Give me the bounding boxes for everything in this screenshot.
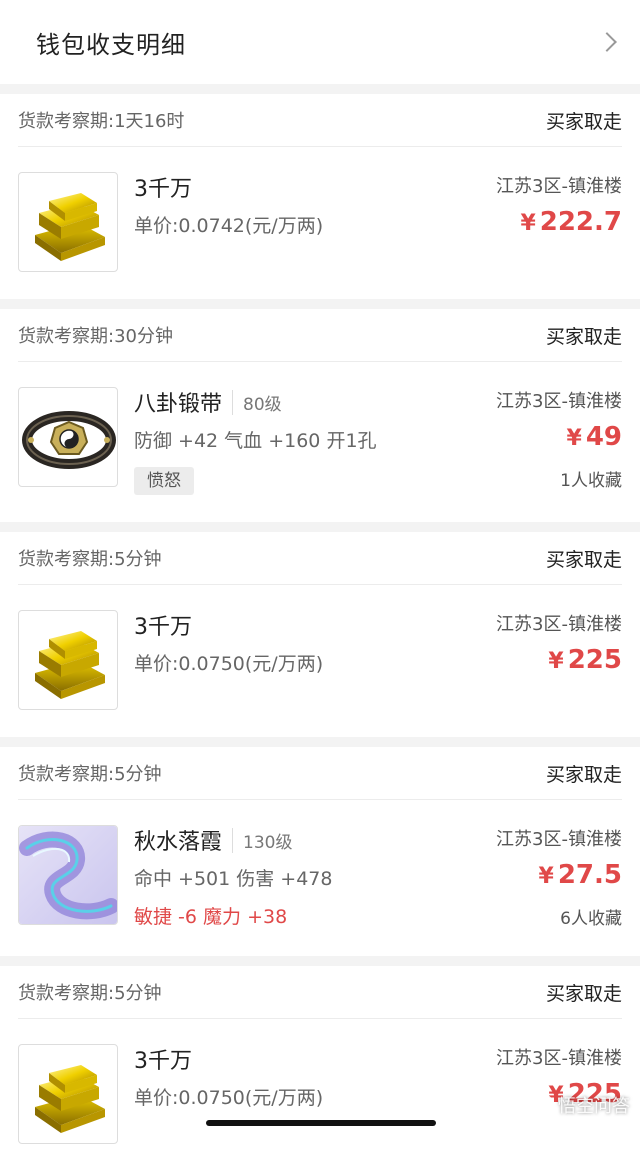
transaction-card[interactable]: 货款考察期:1天16时 买家取走 3千万 单价:0.0742(元/万两) 江苏3… [0, 94, 640, 299]
trade-status: 买家取走 [545, 325, 622, 348]
review-period: 货款考察期:30分钟 [18, 326, 173, 347]
server-name: 江苏3区-镇淮楼 [496, 1048, 622, 1069]
server-name: 江苏3区-镇淮楼 [496, 829, 622, 850]
price: ¥49 [567, 422, 623, 452]
favorite-count: 6人收藏 [560, 909, 622, 929]
transaction-card[interactable]: 货款考察期:5分钟 买家取走 3千万 单价:0.0750(元/万两) 江苏3区-… [0, 966, 640, 1171]
price: ¥225 [548, 645, 622, 675]
review-period: 货款考察期:5分钟 [18, 549, 162, 570]
review-period: 货款考察期:1天16时 [18, 111, 185, 132]
currency-symbol: ¥ [538, 864, 554, 889]
item-name: 3千万 [134, 1049, 192, 1074]
trade-status: 买家取走 [545, 548, 622, 571]
trade-status: 买家取走 [545, 110, 622, 133]
server-name: 江苏3区-镇淮楼 [496, 614, 622, 635]
header[interactable]: 钱包收支明细 [0, 0, 640, 84]
bagua-belt-icon[interactable] [18, 387, 118, 487]
server-name: 江苏3区-镇淮楼 [496, 391, 622, 412]
price-value: 49 [585, 422, 622, 452]
server-name: 江苏3区-镇淮楼 [496, 176, 622, 197]
item-name: 八卦锻带 [134, 392, 223, 417]
trade-status: 买家取走 [545, 982, 622, 1005]
unit-price: 单价:0.0742(元/万两) [134, 215, 324, 237]
item-attributes: 防御 +42 气血 +160 开1孔 [134, 430, 377, 452]
item-level: 130级 [232, 827, 292, 853]
currency-symbol: ¥ [548, 649, 564, 674]
home-indicator[interactable] [206, 1120, 436, 1126]
item-attributes: 命中 +501 伤害 +478 [134, 868, 333, 890]
favorite-count: 1人收藏 [560, 471, 622, 491]
gold-ingot-icon[interactable] [18, 1044, 118, 1144]
unit-price: 单价:0.0750(元/万两) [134, 653, 324, 675]
currency-symbol: ¥ [520, 211, 536, 236]
watermark: 悟空问答 [532, 1092, 630, 1118]
transaction-card[interactable]: 货款考察期:5分钟 买家取走 3千万 单价:0.0750(元/万两) 江苏3区-… [0, 532, 640, 737]
currency-symbol: ¥ [566, 426, 582, 451]
ribbon-icon[interactable] [18, 825, 118, 925]
gold-ingot-icon[interactable] [18, 172, 118, 272]
price-value: 27.5 [557, 860, 622, 890]
price: ¥27.5 [539, 860, 622, 890]
item-level: 80级 [232, 389, 282, 415]
skill-tag: 愤怒 [134, 467, 194, 495]
review-period: 货款考察期:5分钟 [18, 983, 162, 1004]
price-value: 225 [567, 645, 622, 675]
gold-ingot-icon[interactable] [18, 610, 118, 710]
item-name: 3千万 [134, 177, 192, 202]
review-period: 货款考察期:5分钟 [18, 764, 162, 785]
item-name: 3千万 [134, 615, 192, 640]
chevron-right-icon[interactable] [597, 32, 617, 52]
item-name: 秋水落霞 [134, 830, 223, 855]
unit-price: 单价:0.0750(元/万两) [134, 1087, 324, 1109]
transaction-card[interactable]: 货款考察期:5分钟 买家取走 秋水落霞 130级 命中 +501 伤害 +478 … [0, 747, 640, 956]
item-extra-attributes: 敏捷 -6 魔力 +38 [134, 906, 288, 928]
price: ¥222.7 [520, 207, 622, 237]
page-title: 钱包收支明细 [36, 30, 186, 59]
trade-status: 买家取走 [545, 763, 622, 786]
watermark-text: 悟空问答 [558, 1096, 630, 1117]
transaction-card[interactable]: 货款考察期:30分钟 买家取走 八卦锻带 80级 防御 +42 气血 +160 开… [0, 309, 640, 522]
wukong-logo-icon [532, 1094, 554, 1116]
price-value: 222.7 [539, 207, 622, 237]
